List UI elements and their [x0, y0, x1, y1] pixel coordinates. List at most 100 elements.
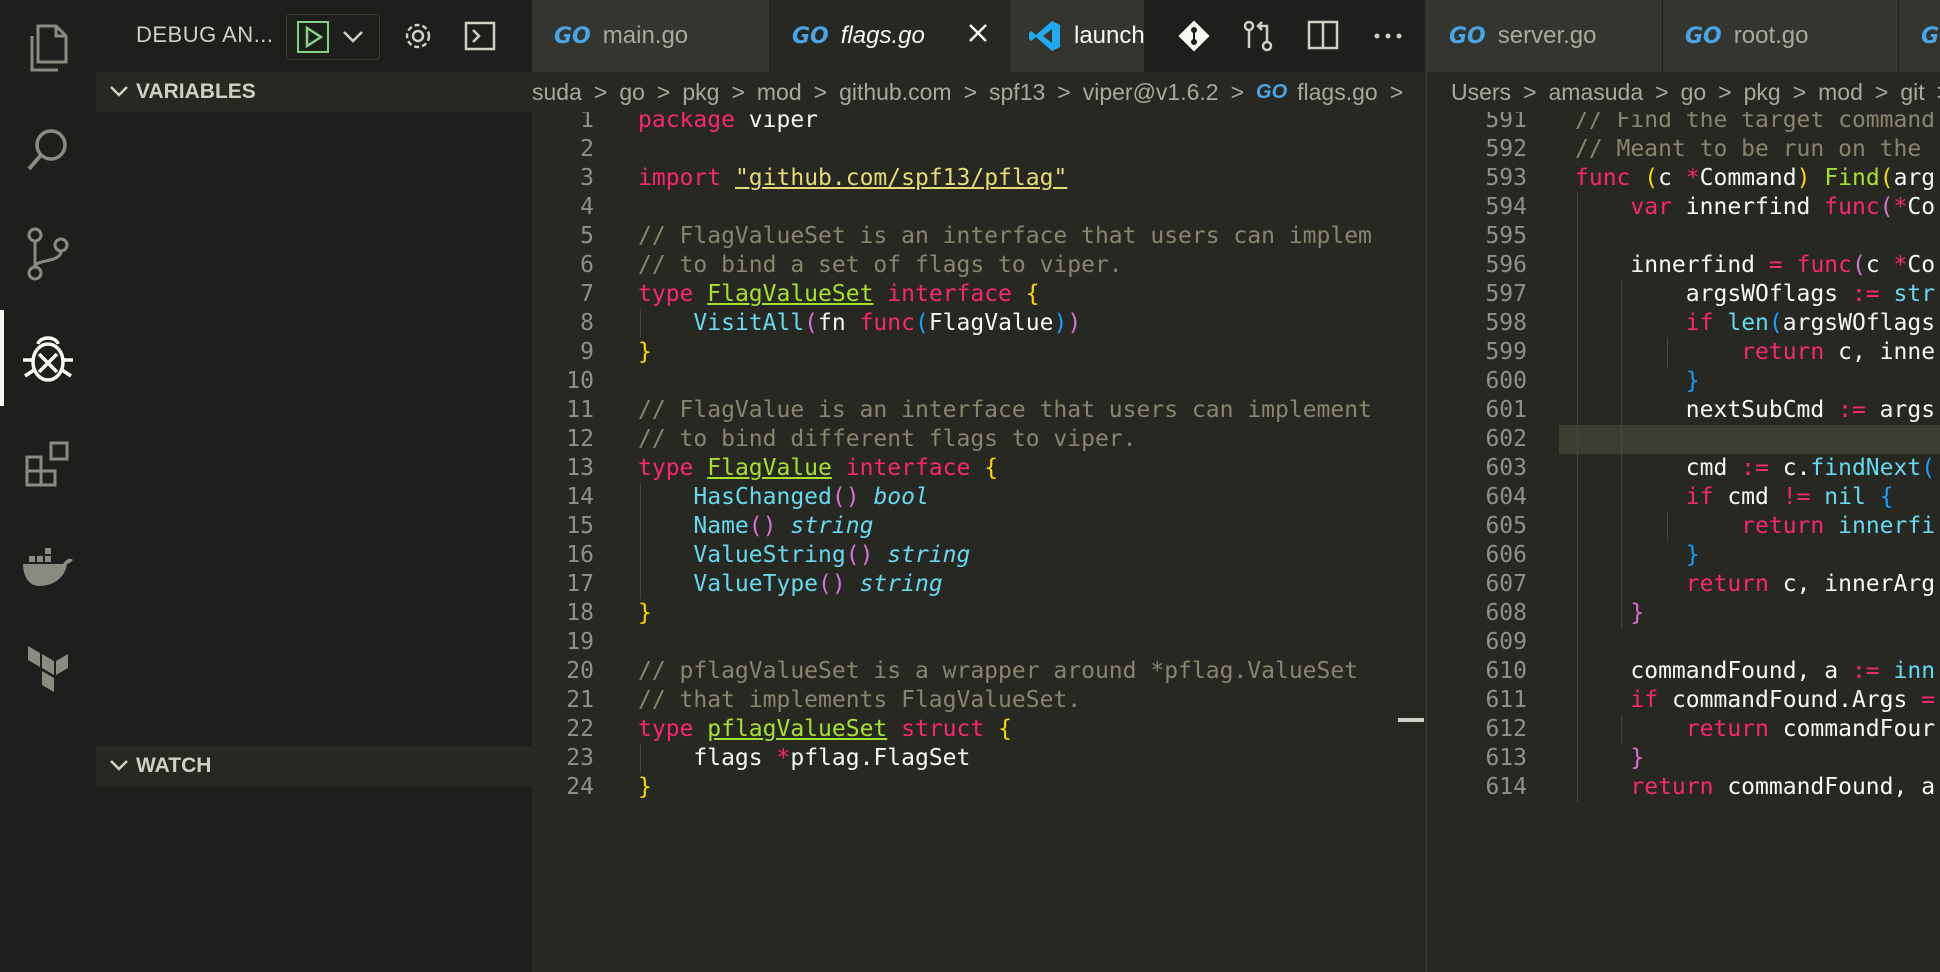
breadcrumb-item[interactable]: github.com	[839, 79, 952, 106]
go-file-icon: GO	[1921, 23, 1940, 49]
variables-section-header[interactable]: VARIABLES	[96, 72, 532, 112]
indent-guide	[640, 483, 641, 599]
debug-config-select[interactable]	[286, 14, 380, 60]
source-control-icon[interactable]	[20, 226, 76, 282]
watch-section-header[interactable]: WATCH	[96, 746, 532, 786]
code-token: {	[1025, 281, 1040, 307]
code-token: interface	[887, 281, 1012, 307]
gear-icon[interactable]	[396, 14, 440, 58]
code-token: type	[638, 716, 694, 742]
code-token: commandFour	[1768, 716, 1936, 742]
debug-icon[interactable]	[20, 330, 76, 386]
line-number: 15	[566, 513, 594, 539]
breadcrumb-item[interactable]: go	[619, 79, 645, 106]
right-editor-tabs: GO server.go GO root.go GO	[1426, 0, 1940, 72]
breadcrumb-separator-icon: >	[593, 78, 608, 105]
code-line: cmd := c.findNext(	[1575, 454, 1935, 483]
line-number: 607	[1485, 571, 1527, 597]
line-number: 604	[1485, 484, 1527, 510]
breadcrumb-item[interactable]: flags.go	[1297, 79, 1378, 106]
code-token: return	[1630, 774, 1714, 800]
code-token: fn	[818, 310, 860, 336]
breadcrumb-separator-icon: >	[1874, 78, 1889, 105]
breadcrumb-item[interactable]: pkg	[682, 79, 719, 106]
code-line: innerfind = func(c *Co	[1575, 251, 1935, 280]
code-token: commandFound, a	[1713, 774, 1936, 800]
breadcrumb: suda > go > pkg > mod > github.com > spf13 > viper@v…	[532, 72, 1424, 112]
watch-panel	[96, 786, 532, 972]
code-token: *	[1893, 194, 1908, 220]
code-token: str	[1893, 281, 1936, 307]
code-token: }	[1630, 745, 1645, 771]
line-number: 24	[566, 774, 594, 800]
code-token: argsWOflags	[1575, 281, 1852, 307]
tab-main-go[interactable]: GO main.go	[532, 0, 770, 72]
more-actions-icon[interactable]	[1372, 18, 1404, 59]
right-code-editor[interactable]: 591 // Find the target command 592 // Meant…	[1426, 112, 1940, 972]
breadcrumb-item[interactable]: mod	[1818, 79, 1863, 106]
code-token: // Find the target command	[1575, 112, 1936, 133]
tab-server-go[interactable]: GO server.go	[1427, 0, 1663, 72]
split-editor-icon[interactable]	[1306, 18, 1340, 57]
code-token: len	[1727, 310, 1769, 336]
code-token: (	[914, 310, 929, 336]
code-line: commandFound, a := inn	[1575, 657, 1935, 686]
breadcrumb-item[interactable]: git	[1900, 79, 1924, 106]
close-icon[interactable]	[967, 22, 989, 51]
scrollbar-thumb[interactable]	[1398, 718, 1424, 722]
breadcrumb-separator-icon: >	[1389, 78, 1404, 105]
debug-config-name[interactable]: DEBUG AN...	[136, 22, 274, 48]
explorer-icon[interactable]	[20, 20, 76, 76]
compare-changes-icon[interactable]	[1240, 18, 1276, 59]
code-line: // that implements FlagValueSet.	[638, 686, 1081, 715]
extensions-icon[interactable]	[20, 436, 76, 492]
left-code-editor[interactable]: 1 package viper 2 3 import "github.com/spf13…	[532, 112, 1424, 972]
start-debugging-button[interactable]	[293, 17, 333, 57]
breadcrumb-item[interactable]: viper@v1.6.2	[1083, 79, 1219, 106]
breadcrumb-item[interactable]: amasuda	[1549, 79, 1644, 106]
code-token: =	[1768, 252, 1783, 278]
search-icon[interactable]	[20, 122, 76, 178]
code-token: arg	[1893, 165, 1936, 191]
play-icon	[297, 21, 329, 53]
indent-guide	[1667, 338, 1668, 367]
breadcrumb-item[interactable]: spf13	[989, 79, 1045, 106]
breadcrumb-item[interactable]: pkg	[1744, 79, 1781, 106]
docker-icon[interactable]	[20, 540, 76, 596]
code-line: nextSubCmd := args	[1575, 396, 1935, 425]
line-number: 7	[580, 281, 594, 307]
tab-flags-go[interactable]: GO flags.go	[770, 0, 1010, 72]
editor-actions	[1144, 0, 1424, 72]
code-token: // pflagValueSet is a wrapper around *pf…	[638, 658, 1359, 684]
git-icon[interactable]	[1176, 18, 1212, 59]
code-token: }	[1630, 600, 1645, 626]
tab-root-go[interactable]: GO root.go	[1663, 0, 1899, 72]
breadcrumb-item[interactable]: go	[1681, 79, 1707, 106]
code-token: ()	[818, 571, 846, 597]
line-number: 608	[1485, 600, 1527, 626]
breadcrumb-item[interactable]: mod	[757, 79, 802, 106]
breadcrumb-item[interactable]: suda	[532, 79, 582, 106]
breadcrumb-separator-icon: >	[1937, 79, 1940, 106]
terraform-icon[interactable]	[20, 642, 76, 698]
breadcrumb-item[interactable]: Users	[1451, 79, 1511, 106]
line-number: 600	[1485, 368, 1527, 394]
chevron-down-icon[interactable]	[333, 17, 373, 57]
line-number: 3	[580, 165, 594, 191]
code-token: pflag.FlagSet	[790, 745, 971, 771]
line-number: 611	[1485, 687, 1527, 713]
debug-console-icon[interactable]	[458, 14, 502, 58]
code-line: ValueType() string	[638, 570, 942, 599]
tab-overflow[interactable]: GO	[1899, 0, 1940, 72]
code-token: // FlagValueSet is an interface that use…	[638, 223, 1372, 249]
